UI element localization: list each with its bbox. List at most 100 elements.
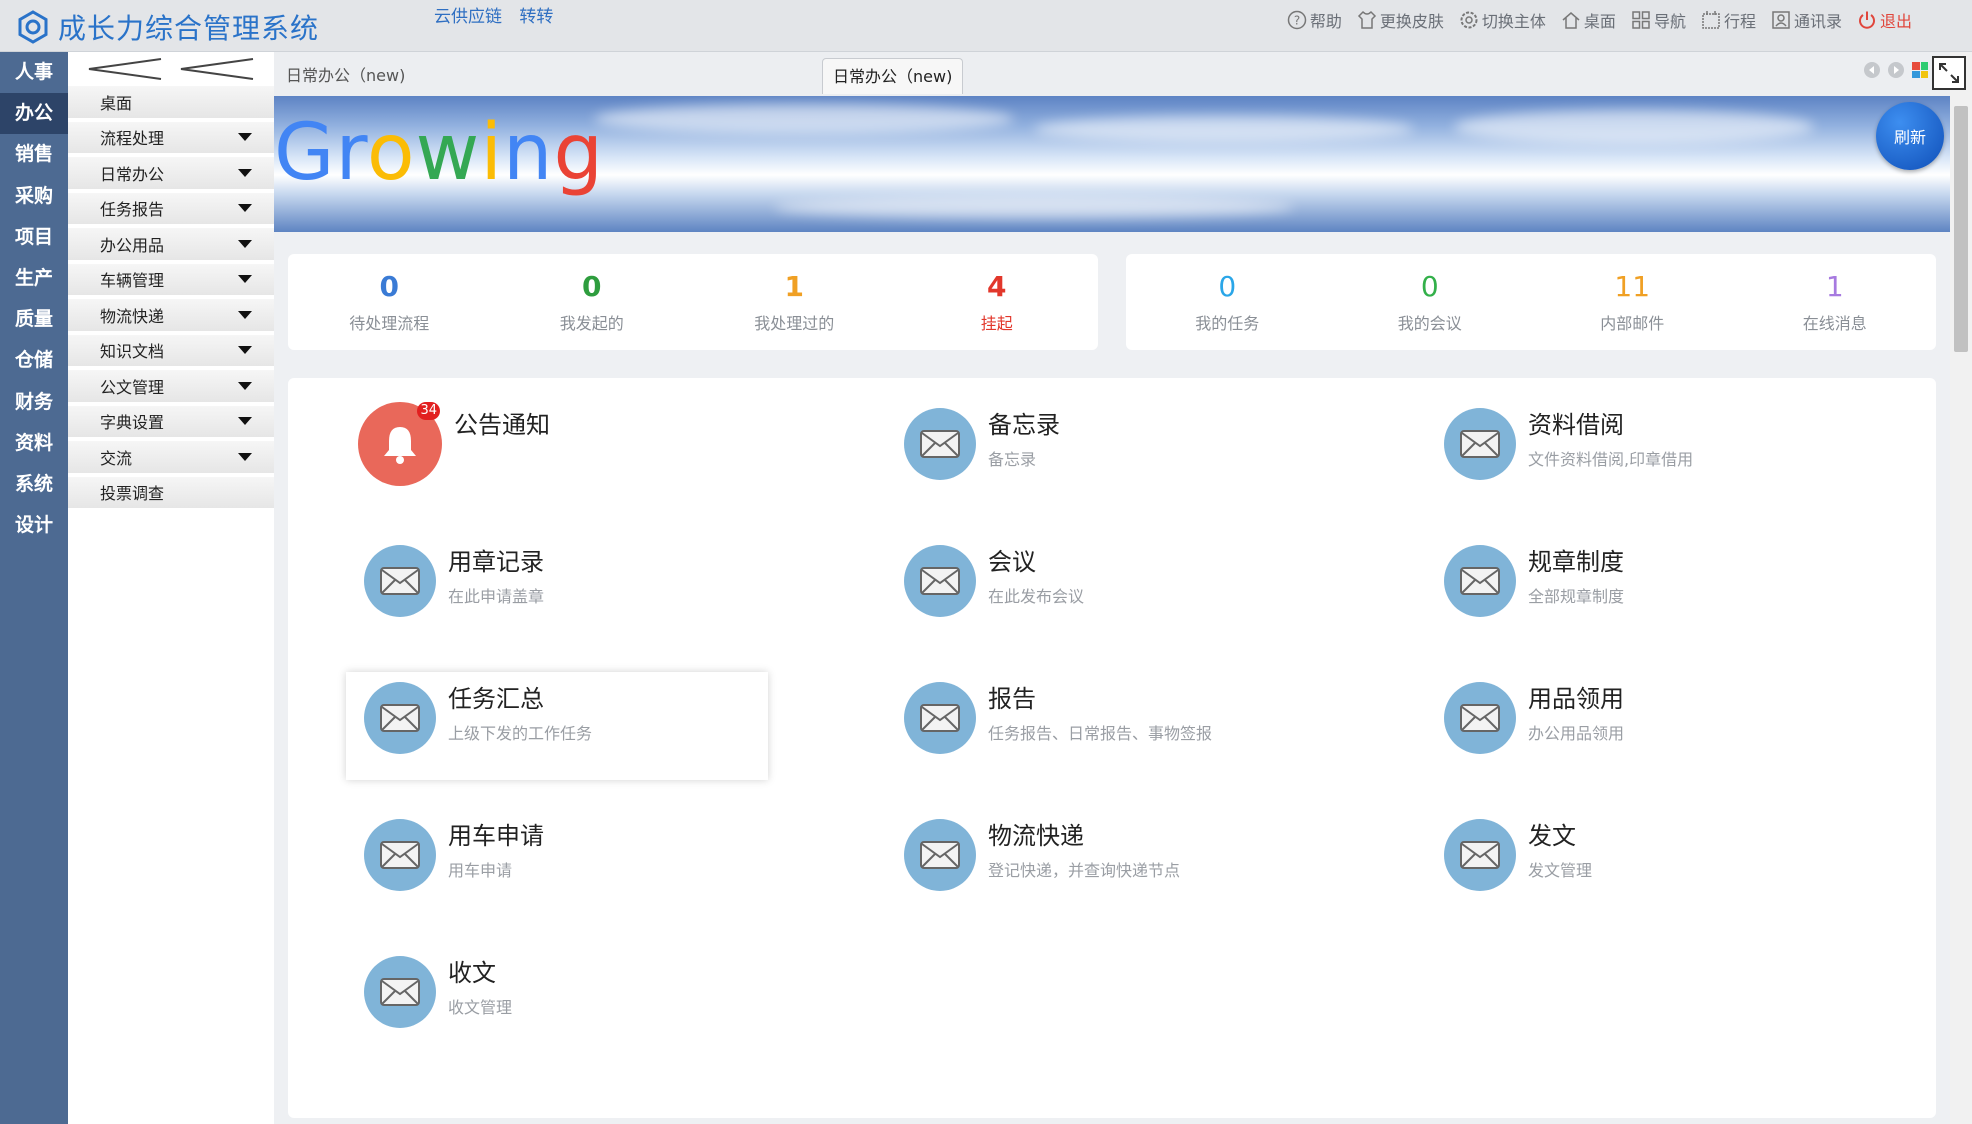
app-title: 用章记录 [448,548,544,576]
app-outgoing-docs[interactable]: 发文 发文管理 [1426,809,1848,917]
stat-my-meetings[interactable]: 0 我的会议 [1355,270,1505,334]
app-subtitle: 办公用品领用 [1528,724,1625,743]
app-grid: 34 公告通知 备忘录 备忘录 资料借阅 文件资料借阅,印章借用 用章记录 在此申请盖章 会议在… [288,378,1936,1118]
menu-item-daily-office[interactable]: 日常办公 [68,157,274,193]
banner-letter: o [366,108,416,198]
app-task-summary[interactable]: 任务汇总 上级下发的工作任务 [346,672,768,780]
app-subtitle: 全部规章制度 [1528,587,1625,606]
app-title: 收文 [448,959,496,987]
menu-item-communication[interactable]: 交流 [68,441,274,477]
menu-item-task-report[interactable]: 任务报告 [68,192,274,228]
app-logo[interactable]: 成长力综合管理系统 [16,8,319,46]
banner-letter: g [553,108,604,198]
app-meetings[interactable]: 会议 在此发布会议 [886,535,1308,643]
mail-icon [1444,682,1516,754]
app-regulations[interactable]: 规章制度全部规章制度 [1426,535,1848,643]
tab-bar: 日常办公（new) 日常办公（new) [274,52,1950,96]
stat-suspended[interactable]: 4 挂起 [922,270,1072,334]
menu-item-voting[interactable]: 投票调查 [68,476,274,512]
app-title: 规章制度 [1528,548,1624,576]
mail-icon [904,819,976,891]
app-logistics[interactable]: 物流快递 登记快递，并查询快递节点 [886,809,1308,917]
stat-internal-mail[interactable]: 11 内部邮件 [1557,270,1707,334]
link-supply-chain[interactable]: 云供应链 [434,7,502,27]
windows-grid-icon[interactable] [1912,62,1928,78]
module-project[interactable]: 项目 [0,217,68,258]
module-design[interactable]: 设计 [0,505,68,546]
switch-entity-label: 切换主体 [1481,12,1546,31]
scrollbar-thumb[interactable] [1954,106,1968,352]
contacts-button[interactable]: 通讯录 [1770,8,1842,32]
fullscreen-button[interactable] [1932,56,1966,90]
app-announcements[interactable]: 34 公告通知 [346,398,768,506]
personal-stats-panel: 0 我的任务 0 我的会议 11 内部邮件 1 在线消息 [1126,254,1936,350]
refresh-button[interactable]: 刷新 [1876,102,1944,170]
stat-value: 0 [1420,270,1439,303]
app-text: 用车申请 用车申请 [448,821,544,881]
change-skin-button[interactable]: 更换皮肤 [1356,8,1444,32]
stat-online-messages[interactable]: 1 在线消息 [1760,270,1910,334]
logout-button[interactable]: 退出 [1856,8,1912,32]
cloud-decoration [1454,110,1814,144]
module-sales[interactable]: 销售 [0,134,68,175]
app-vehicle-request[interactable]: 用车申请 用车申请 [346,809,768,917]
collapse-menu-button[interactable] [68,52,274,86]
tab-next-icon[interactable] [1888,62,1904,78]
stat-processed[interactable]: 1 我处理过的 [719,270,869,334]
menu-item-knowledge-docs[interactable]: 知识文档 [68,334,274,370]
app-incoming-docs[interactable]: 收文 收文管理 [346,946,768,1054]
module-quality[interactable]: 质量 [0,299,68,340]
tab-daily-office[interactable]: 日常办公（new) [822,58,964,94]
module-office[interactable]: 办公 [0,93,68,135]
app-title: 公告通知 [454,411,550,439]
svg-text:?: ? [1294,14,1300,28]
switch-entity-button[interactable]: 切换主体 [1458,8,1546,32]
app-memo[interactable]: 备忘录 备忘录 [886,398,1308,506]
app-subtitle: 文件资料借阅,印章借用 [1528,450,1694,469]
module-system[interactable]: 系统 [0,464,68,505]
module-production[interactable]: 生产 [0,258,68,299]
grid-icon [1632,11,1650,29]
mail-icon [1444,408,1516,480]
module-purchase[interactable]: 采购 [0,176,68,217]
app-supplies-request[interactable]: 用品领用 办公用品领用 [1426,672,1848,780]
stat-initiated[interactable]: 0 我发起的 [517,270,667,334]
module-hr[interactable]: 人事 [0,52,68,93]
menu-item-logistics[interactable]: 物流快递 [68,299,274,335]
menu-item-dictionary[interactable]: 字典设置 [68,405,274,441]
app-title: 备忘录 [988,411,1060,439]
app-subtitle: 备忘录 [988,450,1037,469]
module-finance[interactable]: 财务 [0,382,68,423]
app-subtitle: 任务报告、日常报告、事物签报 [988,724,1213,743]
menu-item-vehicles[interactable]: 车辆管理 [68,263,274,299]
top-links: 云供应链 转转 [434,2,565,27]
app-seal-records[interactable]: 用章记录 在此申请盖章 [346,535,768,643]
menu-item-office-supplies[interactable]: 办公用品 [68,228,274,264]
navigation-button[interactable]: 导航 [1630,8,1686,32]
stat-my-tasks[interactable]: 0 我的任务 [1152,270,1302,334]
banner-letter: n [503,108,554,198]
help-button[interactable]: ? 帮助 [1286,8,1342,32]
module-documents[interactable]: 资料 [0,423,68,464]
module-warehouse[interactable]: 仓储 [0,340,68,381]
caret-down-icon [238,204,252,213]
app-document-lending[interactable]: 资料借阅 文件资料借阅,印章借用 [1426,398,1848,506]
caret-down-icon [238,452,252,461]
menu-item-desktop[interactable]: 桌面 [68,86,274,122]
schedule-button[interactable]: 行程 [1700,8,1756,32]
desktop-button[interactable]: 桌面 [1560,8,1616,32]
stat-value: 11 [1614,270,1651,303]
menu-item-workflow[interactable]: 流程处理 [68,121,274,157]
app-title: 会议 [988,548,1036,576]
app-title: 发文 [1528,822,1576,850]
app-reports[interactable]: 报告 任务报告、日常报告、事物签报 [886,672,1308,780]
tab-prev-icon[interactable] [1864,62,1880,78]
menu-item-official-docs[interactable]: 公文管理 [68,370,274,406]
stat-label: 我的会议 [1397,314,1462,333]
app-text: 公告通知 [454,410,550,446]
link-zhuanzhuan[interactable]: 转转 [519,7,553,27]
page-scrollbar[interactable] [1950,52,1972,1124]
app-text: 物流快递 登记快递，并查询快递节点 [988,821,1180,881]
caret-down-icon [238,381,252,390]
stat-pending-workflow[interactable]: 0 待处理流程 [314,270,464,334]
